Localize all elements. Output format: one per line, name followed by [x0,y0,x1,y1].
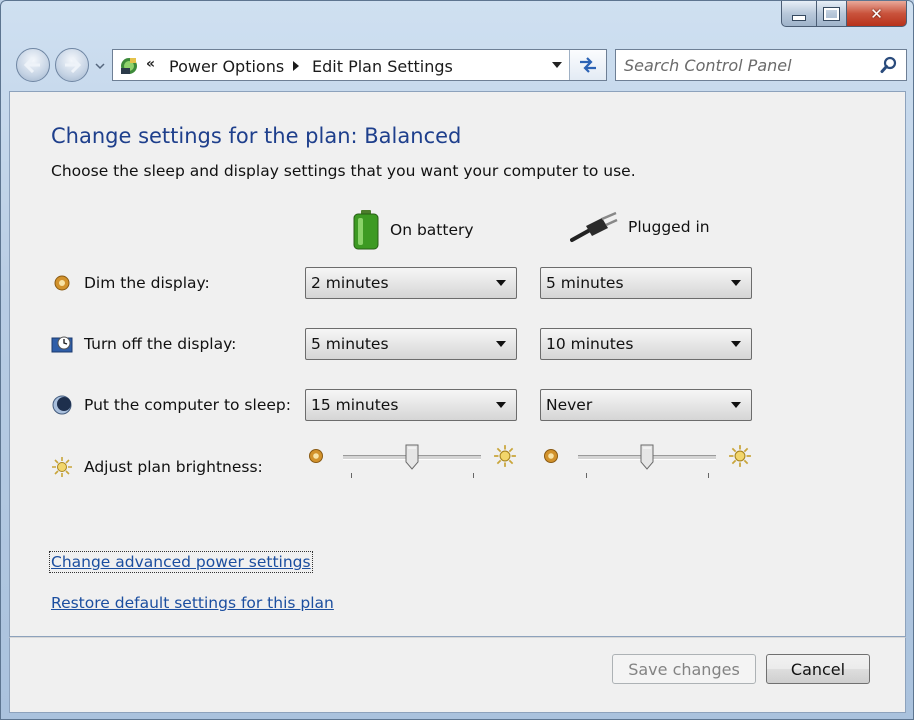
column-header-plugged-in: Plugged in [570,210,710,244]
brightness-slider-plugged[interactable] [542,444,756,487]
address-overflow[interactable]: « [146,56,155,72]
main-content: Change settings for the plan: Balanced C… [9,91,906,637]
dim-display-plugged-select[interactable]: 5 minutes [540,267,752,299]
search-input[interactable] [624,55,874,75]
maximize-icon [823,6,840,21]
chevron-down-icon [731,280,741,286]
brightness-label: Adjust plan brightness: [84,458,263,476]
refresh-button[interactable] [569,50,606,80]
control-panel-icon [121,58,137,74]
breadcrumb-edit-plan-settings[interactable]: Edit Plan Settings [312,57,453,76]
battery-icon [353,210,379,250]
window-frame: ✕ « Power Options Edit Plan Settings Sea… [0,0,914,720]
refresh-icon [580,57,596,73]
row-turn-off-display: Turn off the display: [51,333,236,355]
back-arrow-icon [24,57,40,73]
column-header-on-battery: On battery [352,210,474,250]
close-icon: ✕ [870,4,883,23]
address-bar[interactable]: « Power Options Edit Plan Settings [112,49,607,81]
chevron-down-icon [496,341,506,347]
save-changes-button[interactable]: Save changes [612,654,756,684]
power-plug-icon [570,211,618,242]
sleep-battery-select[interactable]: 15 minutes [305,389,517,421]
slider-thumb[interactable] [640,444,654,470]
select-value: 5 minutes [311,335,389,353]
footer-bar: Save changes Cancel [9,637,906,713]
dim-brightness-icon [309,449,323,463]
dim-display-icon [51,272,73,294]
sleep-label: Put the computer to sleep: [84,396,291,414]
search-box[interactable] [615,49,907,81]
close-button[interactable]: ✕ [847,1,907,27]
select-value: 10 minutes [546,335,634,353]
breadcrumb-power-options[interactable]: Power Options [169,57,284,76]
chevron-down-icon [496,402,506,408]
minimize-button[interactable] [781,1,817,27]
chevron-down-icon [731,402,741,408]
address-dropdown-button[interactable] [546,50,568,80]
dim-display-label: Dim the display: [84,274,210,292]
turn-off-display-label: Turn off the display: [84,335,237,353]
dim-display-battery-select[interactable]: 2 minutes [305,267,517,299]
recent-pages-dropdown[interactable] [93,61,107,71]
chevron-down-icon [552,62,562,68]
forward-button[interactable] [55,48,89,82]
slider-thumb[interactable] [405,444,419,470]
chevron-down-icon [731,341,741,347]
back-button[interactable] [16,48,50,82]
search-icon[interactable] [880,56,898,74]
plugged-in-label: Plugged in [628,218,710,236]
bright-brightness-icon [729,445,751,467]
breadcrumb-separator-icon[interactable] [293,61,299,71]
turn-off-display-plugged-select[interactable]: 10 minutes [540,328,752,360]
chevron-down-icon [496,280,506,286]
display-off-icon [51,333,73,355]
slider-tick [708,473,709,478]
page-subtitle: Choose the sleep and display settings th… [51,162,636,180]
slider-tick [351,473,352,478]
select-value: 2 minutes [311,274,389,292]
turn-off-display-battery-select[interactable]: 5 minutes [305,328,517,360]
sleep-moon-icon [51,394,73,416]
select-value: 15 minutes [311,396,399,414]
advanced-power-settings-link[interactable]: Change advanced power settings [49,551,313,573]
row-brightness: Adjust plan brightness: [51,456,263,478]
select-value: 5 minutes [546,274,624,292]
maximize-button[interactable] [817,1,847,27]
on-battery-label: On battery [390,221,474,239]
page-title: Change settings for the plan: Balanced [51,124,462,148]
row-sleep: Put the computer to sleep: [51,394,291,416]
select-value: Never [546,396,593,414]
caption-buttons: ✕ [781,1,907,29]
restore-defaults-link[interactable]: Restore default settings for this plan [51,594,334,612]
cancel-button[interactable]: Cancel [766,654,870,684]
sleep-plugged-select[interactable]: Never [540,389,752,421]
minimize-icon [792,14,806,21]
bright-brightness-icon [494,445,516,467]
dim-brightness-icon [544,449,558,463]
forward-arrow-icon [65,57,81,73]
brightness-slider-battery[interactable] [307,444,521,487]
brightness-sun-icon [51,456,73,478]
slider-tick [473,473,474,478]
row-dim-display: Dim the display: [51,272,210,294]
slider-tick [586,473,587,478]
